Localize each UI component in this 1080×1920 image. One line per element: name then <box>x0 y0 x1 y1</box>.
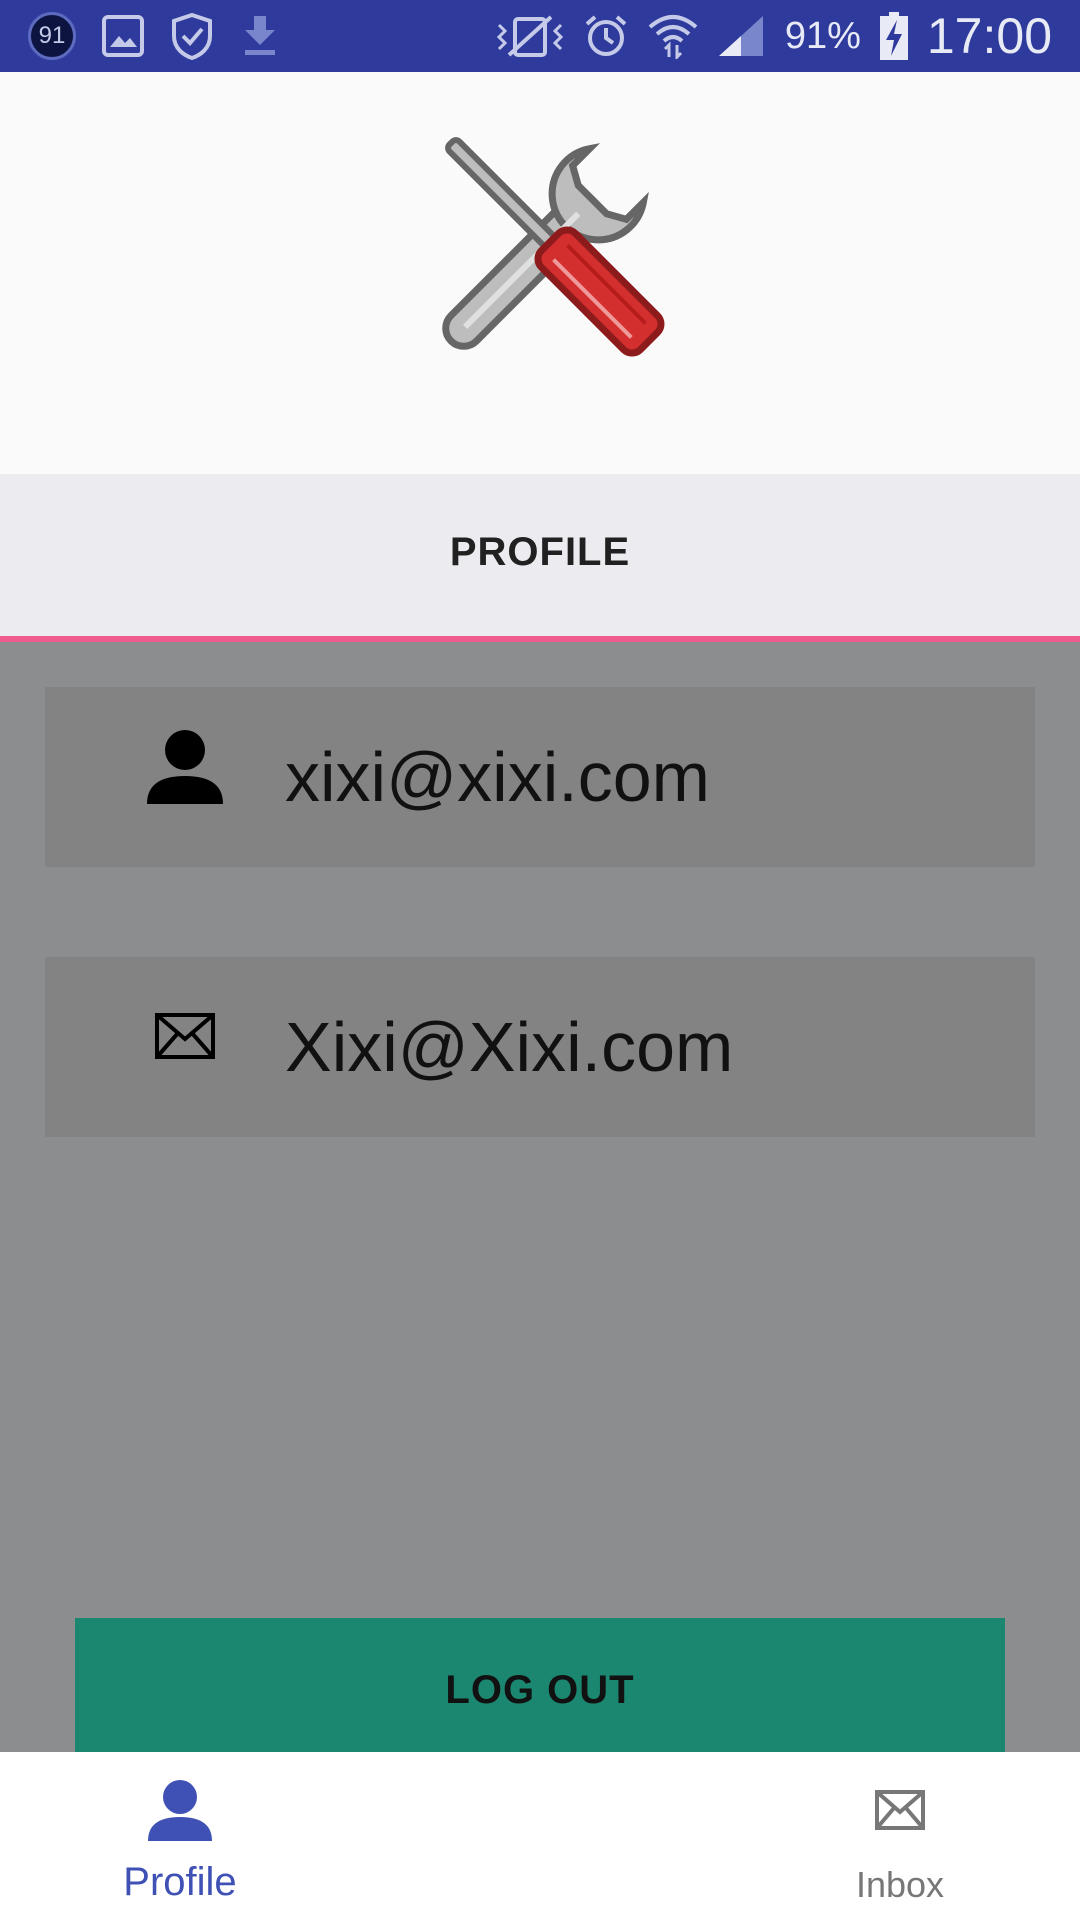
envelope-icon <box>875 1774 925 1846</box>
bottom-nav-profile-label: Profile <box>123 1860 237 1904</box>
tools-wrench-screwdriver-icon <box>442 137 665 357</box>
image-icon <box>102 10 144 62</box>
signal-icon <box>717 10 767 62</box>
bottom-nav-inbox[interactable]: Inbox <box>820 1752 980 1920</box>
download-icon <box>240 10 280 62</box>
status-bar-right: 91% 17:00 <box>495 8 1052 64</box>
status-bar: 91 91% 17:00 <box>0 0 1080 72</box>
email-row: Xixi@Xixi.com <box>45 957 1035 1137</box>
battery-percent: 91% <box>784 14 861 57</box>
envelope-icon <box>140 991 230 1081</box>
notification-count-badge: 91 <box>28 12 76 60</box>
tab-profile[interactable]: PROFILE <box>0 474 1080 630</box>
username-value: xixi@xixi.com <box>285 738 710 816</box>
header-logo-area <box>0 72 1080 474</box>
bottom-nav-inbox-label: Inbox <box>855 1864 945 1905</box>
alarm-icon <box>583 10 629 62</box>
shield-check-icon <box>170 10 214 62</box>
app-screen: 91 91% 17:00 PROFILE xixi@xixi.com Xixi@… <box>0 0 1080 1920</box>
battery-charging-icon <box>879 10 909 62</box>
person-icon <box>147 1774 213 1846</box>
vibrate-icon <box>495 10 565 62</box>
status-bar-left: 91 <box>28 10 280 62</box>
bottom-navigation: Profile Inbox <box>0 1752 1080 1920</box>
bottom-nav-profile[interactable]: Profile <box>100 1752 260 1920</box>
tab-bar: PROFILE <box>0 474 1080 636</box>
logout-button[interactable]: LOG OUT <box>75 1618 1005 1752</box>
wifi-icon <box>647 10 699 62</box>
person-icon <box>140 721 230 811</box>
username-row: xixi@xixi.com <box>45 687 1035 867</box>
notification-count-icon: 91 <box>28 10 76 62</box>
profile-content: xixi@xixi.com Xixi@Xixi.com <box>0 642 1080 1752</box>
email-value: Xixi@Xixi.com <box>285 1008 734 1086</box>
status-clock: 17:00 <box>926 8 1052 64</box>
